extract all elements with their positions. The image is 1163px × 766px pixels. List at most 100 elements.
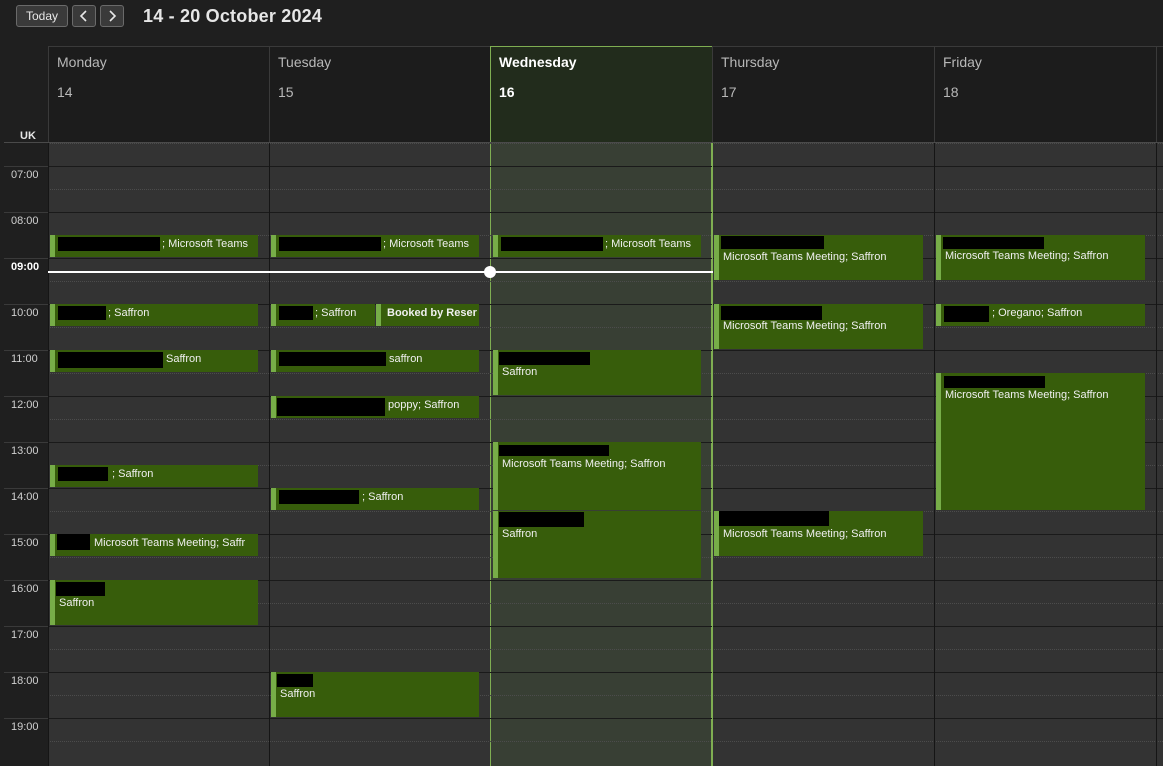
column-divider: [48, 143, 49, 766]
hour-label: 17:00: [11, 629, 39, 641]
day-header-thursday[interactable]: Thursday 17: [712, 46, 934, 143]
hour-line: [48, 718, 1163, 719]
gutter-line: [4, 672, 48, 673]
hour-line: [48, 672, 1163, 673]
hour-label: 07:00: [11, 169, 39, 181]
gutter-line: [4, 350, 48, 351]
day-name: Friday: [943, 54, 982, 70]
event-wednesday-1100[interactable]: Saffron: [493, 350, 701, 395]
gutter-line: [4, 580, 48, 581]
day-name: Monday: [57, 54, 107, 70]
half-hour-line: [48, 281, 1163, 282]
event-friday-1130[interactable]: Microsoft Teams Meeting; Saffron: [936, 373, 1145, 510]
calendar-grid[interactable]: ; Microsoft Teams ; Saffron Saffron ; Sa…: [48, 143, 1163, 766]
toolbar: Today 14 - 20 October 2024: [0, 0, 1163, 46]
event-title: Saffron: [59, 597, 95, 609]
event-monday-0815[interactable]: ; Microsoft Teams: [50, 235, 258, 257]
event-tuesday-0815[interactable]: ; Microsoft Teams: [271, 235, 479, 257]
event-friday-0830[interactable]: Microsoft Teams Meeting; Saffron: [936, 235, 1145, 280]
event-title: Microsoft Teams Meeting; Saffron: [723, 251, 887, 263]
redacted-text: [56, 582, 105, 596]
event-tuesday-1100[interactable]: saffron: [271, 350, 479, 372]
column-divider: [934, 143, 935, 766]
event-thursday-1000[interactable]: Microsoft Teams Meeting; Saffron: [714, 304, 923, 349]
day-name: Thursday: [721, 54, 780, 70]
time-gutter: 07:00 08:00 09:00 10:00 11:00 12:00 13:0…: [0, 143, 48, 766]
event-tuesday-1000[interactable]: ; Saffron: [271, 304, 375, 326]
redacted-text: [721, 306, 822, 320]
date-range-title: 14 - 20 October 2024: [143, 6, 323, 26]
hour-label: 18:00: [11, 675, 39, 687]
event-monday-1600[interactable]: Saffron: [50, 580, 258, 625]
event-thursday-1430[interactable]: Microsoft Teams Meeting; Saffron: [714, 511, 923, 556]
column-divider: [712, 143, 713, 766]
event-title: Saffron: [166, 353, 202, 365]
event-tuesday-1400[interactable]: ; Saffron: [271, 488, 479, 510]
previous-week-button[interactable]: [72, 5, 96, 27]
event-tuesday-1000-booked[interactable]: Booked by Reser: [376, 304, 479, 326]
event-title: ; Microsoft Teams: [383, 238, 469, 250]
day-header-row: Monday 14 Tuesday 15 Wednesday 16 Thursd…: [48, 46, 1163, 143]
redacted-text: [57, 534, 90, 550]
day-date: 17: [721, 84, 737, 100]
next-week-button[interactable]: [100, 5, 124, 27]
event-title: Microsoft Teams Meeting; Saffr: [94, 537, 246, 549]
hour-line: [48, 212, 1163, 213]
gutter-line: [4, 534, 48, 535]
current-time-line: [48, 271, 713, 273]
event-title: saffron: [389, 353, 423, 365]
event-title: Saffron: [502, 366, 538, 378]
redacted-text: [279, 352, 386, 366]
hour-label: 12:00: [11, 399, 39, 411]
event-friday-1000[interactable]: ; Oregano; Saffron: [936, 304, 1145, 326]
event-title: poppy; Saffron: [388, 399, 460, 411]
day-header-monday[interactable]: Monday 14: [48, 46, 270, 143]
hour-label: 10:00: [11, 307, 39, 319]
gutter-line: [4, 212, 48, 213]
event-wednesday-1300[interactable]: Microsoft Teams Meeting; Saffron: [493, 442, 701, 510]
redacted-text: [58, 467, 108, 481]
event-title: Saffron: [280, 688, 316, 700]
chevron-right-icon: [109, 10, 117, 22]
event-title: Microsoft Teams Meeting; Saffron: [502, 458, 666, 470]
hour-line: [48, 166, 1163, 167]
half-hour-line: [48, 649, 1163, 650]
hour-label: 14:00: [11, 491, 39, 503]
event-monday-1100[interactable]: Saffron: [50, 350, 258, 372]
chevron-left-icon: [79, 10, 87, 22]
event-monday-1000[interactable]: ; Saffron: [50, 304, 258, 326]
event-wednesday-0815[interactable]: ; Microsoft Teams: [493, 235, 701, 257]
half-hour-line: [48, 695, 1163, 696]
day-date: 14: [57, 84, 73, 100]
current-time-dot: [484, 266, 496, 278]
event-tuesday-1200[interactable]: poppy; Saffron: [271, 396, 479, 418]
day-name: Wednesday: [499, 54, 577, 70]
day-header-friday[interactable]: Friday 18: [934, 46, 1157, 143]
redacted-text: [499, 445, 609, 456]
half-hour-line: [48, 189, 1163, 190]
event-monday-1500[interactable]: Microsoft Teams Meeting; Saffr: [50, 534, 258, 556]
half-hour-line: [48, 143, 1163, 144]
event-monday-1330[interactable]: ; Saffron: [50, 465, 258, 487]
half-hour-line: [48, 741, 1163, 742]
redacted-text: [499, 512, 584, 527]
redacted-text: [944, 376, 1045, 388]
day-header-tuesday[interactable]: Tuesday 15: [269, 46, 491, 143]
today-button[interactable]: Today: [16, 5, 68, 27]
gutter-line: [4, 304, 48, 305]
day-header-saturday-partial[interactable]: [1156, 46, 1163, 143]
column-divider: [1156, 143, 1157, 766]
event-title: ; Microsoft Teams: [162, 238, 248, 250]
event-thursday-0830[interactable]: Microsoft Teams Meeting; Saffron: [714, 235, 923, 280]
event-title: ; Oregano; Saffron: [992, 307, 1083, 319]
redacted-text: [58, 237, 160, 251]
event-tuesday-1800[interactable]: Saffron: [271, 672, 479, 717]
event-title: ; Saffron: [362, 491, 404, 503]
hour-label: 19:00: [11, 721, 39, 733]
day-name: Tuesday: [278, 54, 332, 70]
redacted-text: [279, 306, 313, 320]
redacted-text: [721, 236, 824, 249]
redacted-text: [279, 237, 381, 251]
event-wednesday-1430[interactable]: Saffron: [493, 511, 701, 578]
day-header-wednesday-today[interactable]: Wednesday 16: [490, 46, 713, 143]
